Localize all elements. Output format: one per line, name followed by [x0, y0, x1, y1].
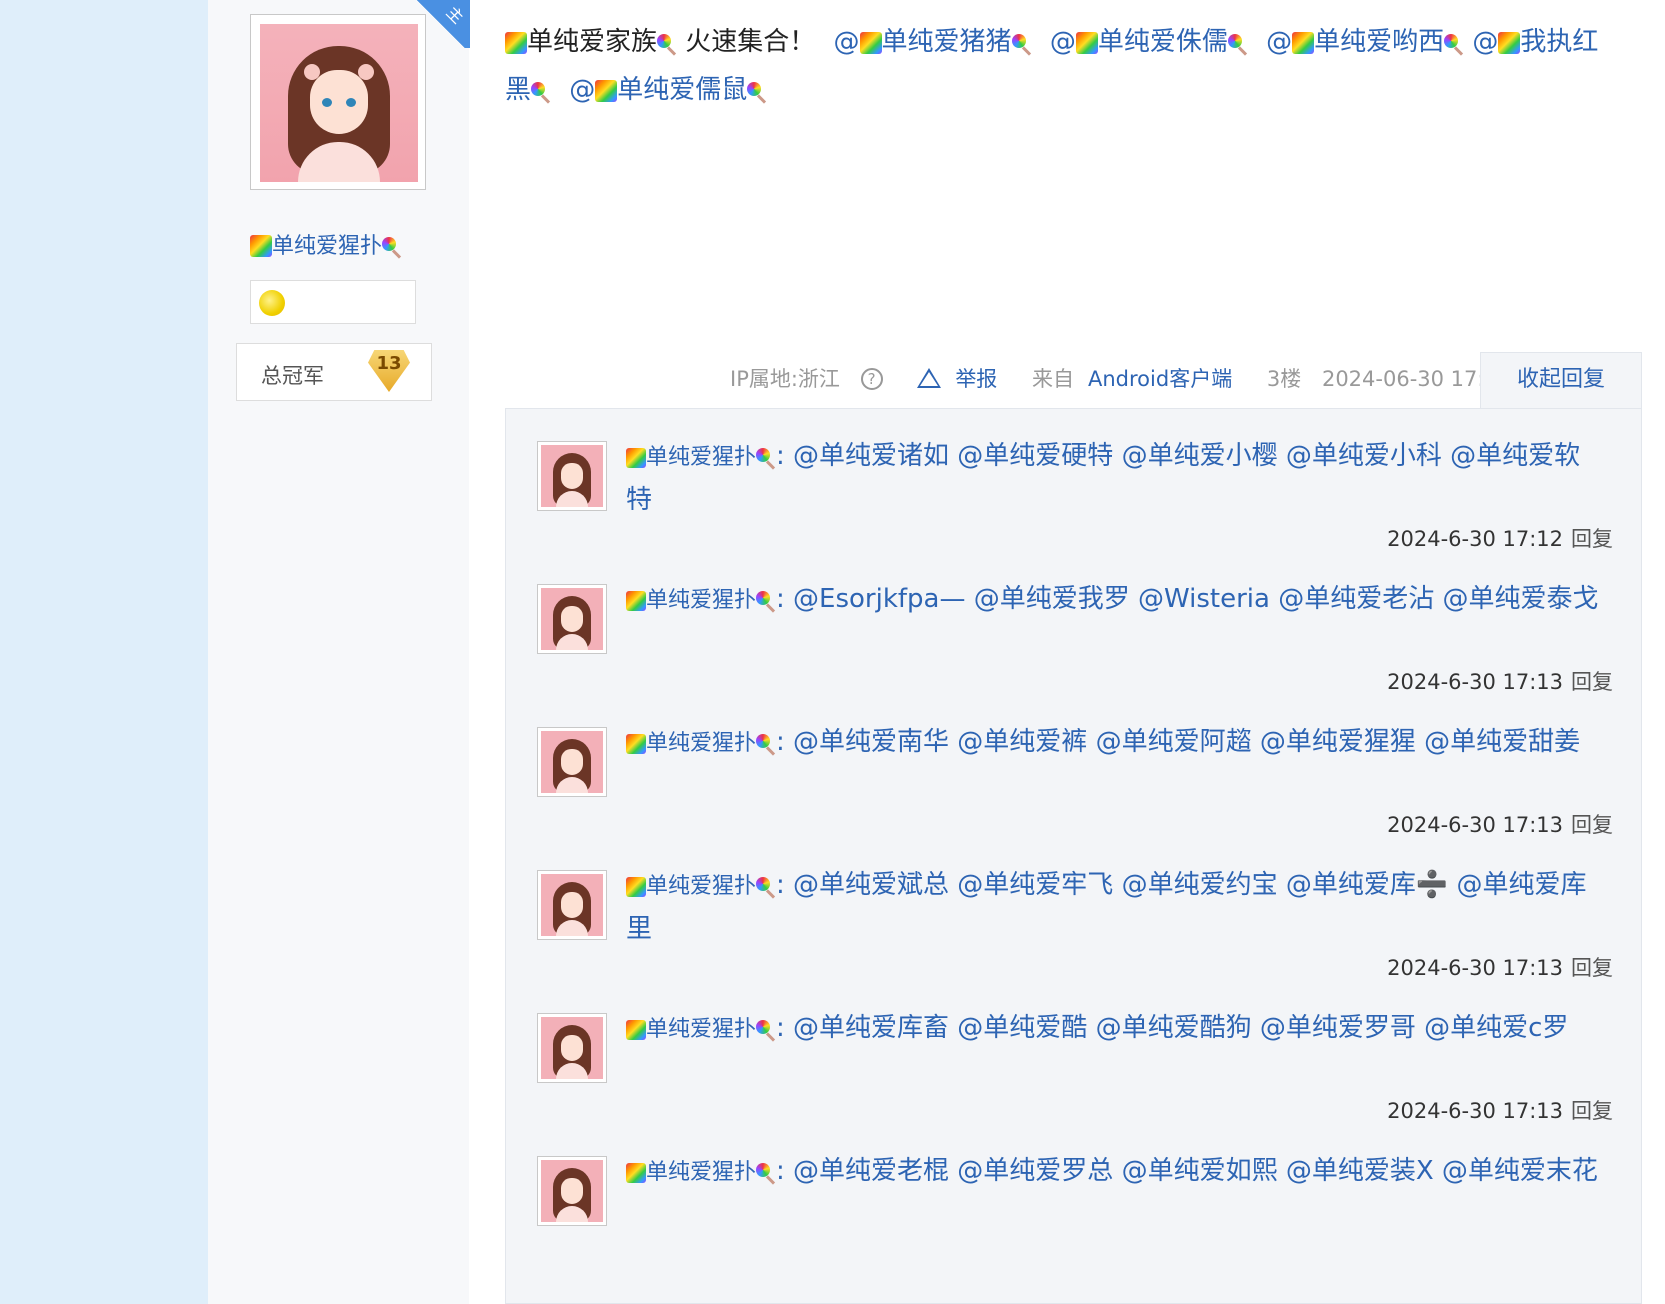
help-icon[interactable]: ?: [860, 368, 883, 390]
reply-list: 单纯爱猩扑: @单纯爱诸如 @单纯爱硬特 @单纯爱小樱 @单纯爱小科 @单纯爱软…: [505, 408, 1642, 1304]
mention-link[interactable]: @ 单纯爱猪猪: [834, 27, 1032, 57]
mention-link[interactable]: @ 单纯爱儒鼠: [569, 75, 767, 105]
client-source: 来自 Android客户端: [1032, 367, 1233, 391]
rainbow-icon: [505, 32, 527, 54]
reply-button[interactable]: 回复: [1571, 670, 1613, 694]
reply-item: 单纯爱猩扑: @Esorjkfpa— @单纯爱我罗 @Wisteria @单纯爱…: [506, 552, 1643, 702]
reply-author[interactable]: 单纯爱猩扑: [626, 445, 776, 470]
reply-button[interactable]: 回复: [1571, 527, 1613, 551]
reply-author[interactable]: 单纯爱猩扑: [626, 874, 776, 899]
reply-author[interactable]: 单纯爱猩扑: [626, 588, 776, 613]
mention-link[interactable]: @ 单纯爱侏儒: [1050, 27, 1248, 57]
reply-meta: 2024-6-30 17:13 回复: [1387, 956, 1613, 980]
reply-text: 单纯爱猩扑: @Esorjkfpa— @单纯爱我罗 @Wisteria @单纯爱…: [626, 578, 1606, 622]
lollipop-icon: [382, 237, 402, 257]
collapse-replies-button[interactable]: 收起回复: [1480, 352, 1642, 409]
reply-button[interactable]: 回复: [1571, 956, 1613, 980]
mention-link[interactable]: @ 单纯爱哟西: [1266, 27, 1464, 57]
rainbow-icon: [250, 235, 272, 257]
reply-item: 单纯爱猩扑: @单纯爱库畜 @单纯爱酷 @单纯爱酷狗 @单纯爱罗哥 @单纯爱c罗…: [506, 981, 1643, 1131]
author-sidebar: [208, 0, 469, 1304]
reply-text: 单纯爱猩扑: @单纯爱诸如 @单纯爱硬特 @单纯爱小樱 @单纯爱小科 @单纯爱软…: [626, 441, 1581, 515]
reply-meta: 2024-6-30 17:13 回复: [1387, 1099, 1613, 1123]
reply-author[interactable]: 单纯爱猩扑: [626, 1160, 776, 1185]
report-link[interactable]: 举报: [917, 367, 1011, 391]
android-client-link[interactable]: Android客户端: [1088, 367, 1232, 391]
reply-text: 单纯爱猩扑: @单纯爱斌总 @单纯爱牢飞 @单纯爱约宝 @单纯爱库➗ @单纯爱库…: [626, 870, 1587, 944]
reply-meta: 2024-6-30 17:13 回复: [1387, 813, 1613, 837]
reply-meta: 2024-6-30 17:13 回复: [1387, 670, 1613, 694]
reply-text: 单纯爱猩扑: @单纯爱库畜 @单纯爱酷 @单纯爱酷狗 @单纯爱罗哥 @单纯爱c罗: [626, 1007, 1606, 1051]
reply-author[interactable]: 单纯爱猩扑: [626, 731, 776, 756]
post-content: 单纯爱家族 火速集合！ @ 单纯爱猪猪 @ 单纯爱侏儒 @ 单纯爱哟西 @ 我执红黑 @…: [505, 27, 1599, 105]
reply-avatar[interactable]: [537, 1013, 607, 1083]
reply-item: 单纯爱猩扑: @单纯爱诸如 @单纯爱硬特 @单纯爱小樱 @单纯爱小科 @单纯爱软…: [506, 409, 1643, 559]
author-name[interactable]: 单纯爱猩扑: [250, 228, 450, 260]
lollipop-icon: [657, 34, 677, 54]
floor-number: 3楼: [1266, 367, 1302, 391]
reply-text: 单纯爱猩扑: @单纯爱南华 @单纯爱裤 @单纯爱阿趦 @单纯爱猩猩 @单纯爱甜姜: [626, 721, 1606, 765]
avatar-image: [260, 24, 418, 182]
level-icon: [259, 290, 285, 316]
reply-button[interactable]: 回复: [1571, 1099, 1613, 1123]
reply-item: 单纯爱猩扑: @单纯爱老棍 @单纯爱罗总 @单纯爱如熙 @单纯爱装X @单纯爱末…: [506, 1124, 1643, 1274]
reply-avatar[interactable]: [537, 870, 607, 940]
post-footer: IP属地:浙江 ? 举报 来自 Android客户端 3楼 2024-06-30 …: [730, 363, 1525, 393]
reply-author[interactable]: 单纯爱猩扑: [626, 1017, 776, 1042]
author-avatar[interactable]: [250, 14, 426, 190]
reply-avatar[interactable]: [537, 727, 607, 797]
reply-text: 单纯爱猩扑: @单纯爱老棍 @单纯爱罗总 @单纯爱如熙 @单纯爱装X @单纯爱末…: [626, 1150, 1606, 1194]
ip-location: IP属地:浙江 ?: [730, 367, 897, 391]
reply-item: 单纯爱猩扑: @单纯爱斌总 @单纯爱牢飞 @单纯爱约宝 @单纯爱库➗ @单纯爱库…: [506, 838, 1643, 988]
warning-icon: [917, 368, 942, 388]
reply-avatar[interactable]: [537, 584, 607, 654]
reply-item: 单纯爱猩扑: @单纯爱南华 @单纯爱裤 @单纯爱阿趦 @单纯爱猩猩 @单纯爱甜姜…: [506, 695, 1643, 845]
reply-avatar[interactable]: [537, 1156, 607, 1226]
reply-button[interactable]: 回复: [1571, 813, 1613, 837]
honor-badge[interactable]: 总冠军 13: [236, 343, 432, 401]
reply-avatar[interactable]: [537, 441, 607, 511]
reply-meta: 2024-6-30 17:12 回复: [1387, 527, 1613, 551]
user-level-box[interactable]: [250, 280, 416, 324]
